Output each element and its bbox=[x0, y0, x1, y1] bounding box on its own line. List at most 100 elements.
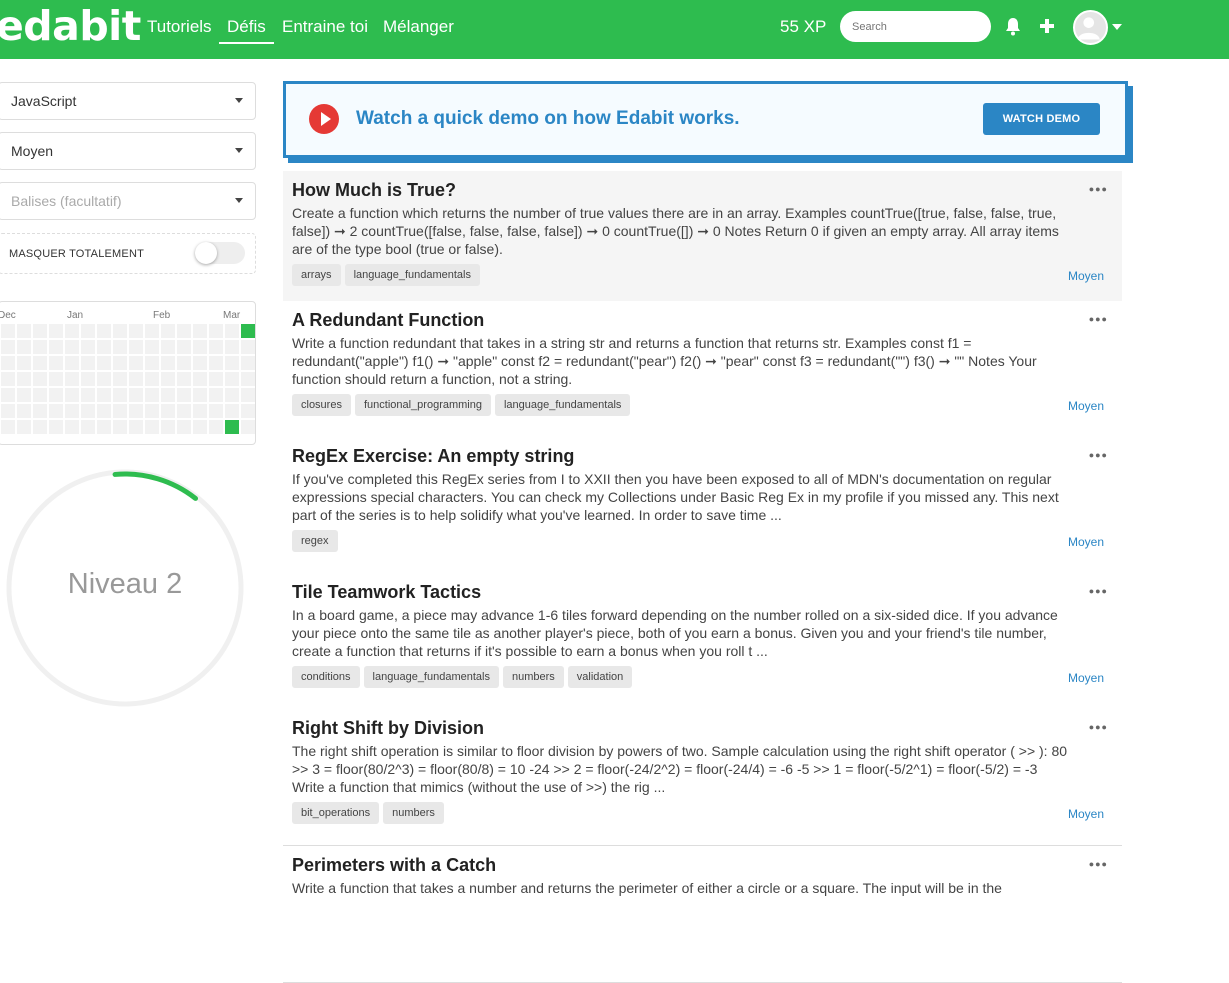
heatmap-cell bbox=[81, 404, 95, 418]
heatmap-cell bbox=[49, 388, 63, 402]
challenge-description: If you've completed this RegEx series fr… bbox=[292, 471, 1059, 523]
tag-chip[interactable]: regex bbox=[292, 530, 338, 552]
heatmap-cell bbox=[1, 340, 15, 354]
more-options-icon[interactable]: ●●● bbox=[1089, 722, 1108, 732]
challenge-card[interactable]: Right Shift by Division The right shift o… bbox=[283, 709, 1122, 846]
heatmap-cell bbox=[81, 372, 95, 386]
difficulty-select[interactable]: Moyen bbox=[0, 132, 256, 170]
challenge-card[interactable]: RegEx Exercise: An empty string If you've… bbox=[283, 437, 1122, 574]
challenge-card[interactable]: Tile Teamwork Tactics In a board game, a … bbox=[283, 573, 1122, 710]
heatmap-cell bbox=[97, 372, 111, 386]
challenge-description: Create a function which returns the numb… bbox=[292, 205, 1059, 257]
tag-chip[interactable]: arrays bbox=[292, 264, 341, 286]
tag-chip[interactable]: validation bbox=[567, 666, 633, 688]
heatmap-cell bbox=[33, 372, 47, 386]
challenge-card[interactable]: How Much is True? Create a function which… bbox=[283, 171, 1122, 308]
challenge-card[interactable]: A Redundant Function Write a function red… bbox=[283, 301, 1122, 438]
tag-chip[interactable]: language_fundamentals bbox=[344, 264, 480, 286]
heatmap-cell bbox=[97, 324, 111, 338]
tag-chip[interactable]: functional_programming bbox=[354, 394, 491, 416]
challenge-title[interactable]: How Much is True? bbox=[292, 180, 456, 201]
challenge-description: The right shift operation is similar to … bbox=[292, 743, 1068, 795]
tag-chip[interactable]: numbers bbox=[502, 666, 564, 688]
challenge-title[interactable]: A Redundant Function bbox=[292, 310, 484, 331]
heatmap-cell bbox=[225, 420, 239, 434]
heatmap-cell bbox=[33, 356, 47, 370]
heatmap-cell bbox=[33, 340, 47, 354]
tag-list: regex bbox=[292, 530, 338, 552]
search-input[interactable] bbox=[840, 11, 991, 42]
nav-shuffle[interactable]: Mélanger bbox=[383, 17, 454, 37]
heatmap-cell bbox=[33, 388, 47, 402]
nav-practice[interactable]: Entraine toi bbox=[282, 17, 368, 37]
challenge-title[interactable]: Perimeters with a Catch bbox=[292, 855, 496, 876]
more-options-icon[interactable]: ●●● bbox=[1089, 586, 1108, 596]
heatmap-cell bbox=[49, 372, 63, 386]
more-options-icon[interactable]: ●●● bbox=[1089, 314, 1108, 324]
language-select-value: JavaScript bbox=[11, 93, 77, 109]
heatmap-cell bbox=[49, 404, 63, 418]
xp-counter: 55 XP bbox=[780, 17, 827, 36]
tag-chip[interactable]: bit_operations bbox=[292, 802, 380, 824]
chevron-down-icon bbox=[235, 98, 243, 103]
avatar[interactable] bbox=[1073, 10, 1108, 45]
heatmap-cell bbox=[17, 404, 31, 418]
bell-icon[interactable] bbox=[1004, 17, 1022, 37]
heatmap-month-label: Jan bbox=[67, 310, 84, 321]
tags-select-placeholder: Balises (facultatif) bbox=[11, 193, 122, 209]
heatmap-cell bbox=[161, 372, 175, 386]
watch-demo-button[interactable]: WATCH DEMO bbox=[983, 103, 1100, 135]
challenge-title[interactable]: RegEx Exercise: An empty string bbox=[292, 446, 574, 467]
tag-chip[interactable]: closures bbox=[292, 394, 351, 416]
more-options-icon[interactable]: ●●● bbox=[1089, 450, 1108, 460]
heatmap-cell bbox=[97, 356, 111, 370]
nav-challenges[interactable]: Défis bbox=[219, 17, 274, 44]
heatmap-cell bbox=[129, 388, 143, 402]
play-icon[interactable] bbox=[309, 104, 339, 134]
challenge-title[interactable]: Tile Teamwork Tactics bbox=[292, 582, 481, 603]
chevron-down-icon[interactable] bbox=[1112, 24, 1122, 30]
chevron-down-icon bbox=[235, 148, 243, 153]
heatmap-cell bbox=[113, 324, 127, 338]
heatmap-cell bbox=[17, 356, 31, 370]
challenge-card[interactable]: Perimeters with a Catch Write a function … bbox=[283, 846, 1122, 983]
heatmap-cell bbox=[145, 404, 159, 418]
more-options-icon[interactable]: ●●● bbox=[1089, 859, 1108, 869]
nav-tutorials[interactable]: Tutoriels bbox=[147, 17, 212, 37]
logo[interactable]: edabit bbox=[0, 2, 141, 50]
heatmap-grid bbox=[1, 324, 255, 434]
heatmap-cell bbox=[17, 324, 31, 338]
tag-chip[interactable]: numbers bbox=[383, 802, 444, 824]
language-select[interactable]: JavaScript bbox=[0, 82, 256, 120]
tag-chip[interactable]: language_fundamentals bbox=[363, 666, 499, 688]
challenge-description: Write a function that takes a number and… bbox=[292, 880, 1002, 896]
tags-select[interactable]: Balises (facultatif) bbox=[0, 182, 256, 220]
heatmap-cell bbox=[129, 324, 143, 338]
heatmap-cell bbox=[225, 356, 239, 370]
heatmap-cell bbox=[145, 340, 159, 354]
more-options-icon[interactable]: ●●● bbox=[1089, 184, 1108, 194]
hide-solved-toggle[interactable] bbox=[195, 242, 245, 264]
plus-icon[interactable] bbox=[1039, 17, 1055, 35]
heatmap-cell bbox=[113, 340, 127, 354]
heatmap-cell bbox=[49, 356, 63, 370]
tag-list: arrays language_fundamentals bbox=[292, 264, 480, 286]
tag-chip[interactable]: conditions bbox=[292, 666, 360, 688]
heatmap-cell bbox=[193, 324, 207, 338]
challenge-title[interactable]: Right Shift by Division bbox=[292, 718, 484, 739]
heatmap-cell bbox=[225, 388, 239, 402]
toggle-knob bbox=[195, 242, 217, 264]
heatmap-cell bbox=[97, 404, 111, 418]
heatmap-cell bbox=[65, 356, 79, 370]
heatmap-cell bbox=[81, 420, 95, 434]
heatmap-cell bbox=[145, 324, 159, 338]
heatmap-cell bbox=[145, 420, 159, 434]
demo-text: Watch a quick demo on how Edabit works. bbox=[356, 108, 740, 129]
heatmap-cell bbox=[1, 420, 15, 434]
tag-chip[interactable]: language_fundamentals bbox=[494, 394, 631, 416]
heatmap-cell bbox=[241, 356, 255, 370]
heatmap-month-label: Feb bbox=[153, 310, 171, 321]
heatmap-month-label: Mar bbox=[223, 310, 241, 321]
heatmap-cell bbox=[113, 388, 127, 402]
heatmap-cell bbox=[209, 388, 223, 402]
